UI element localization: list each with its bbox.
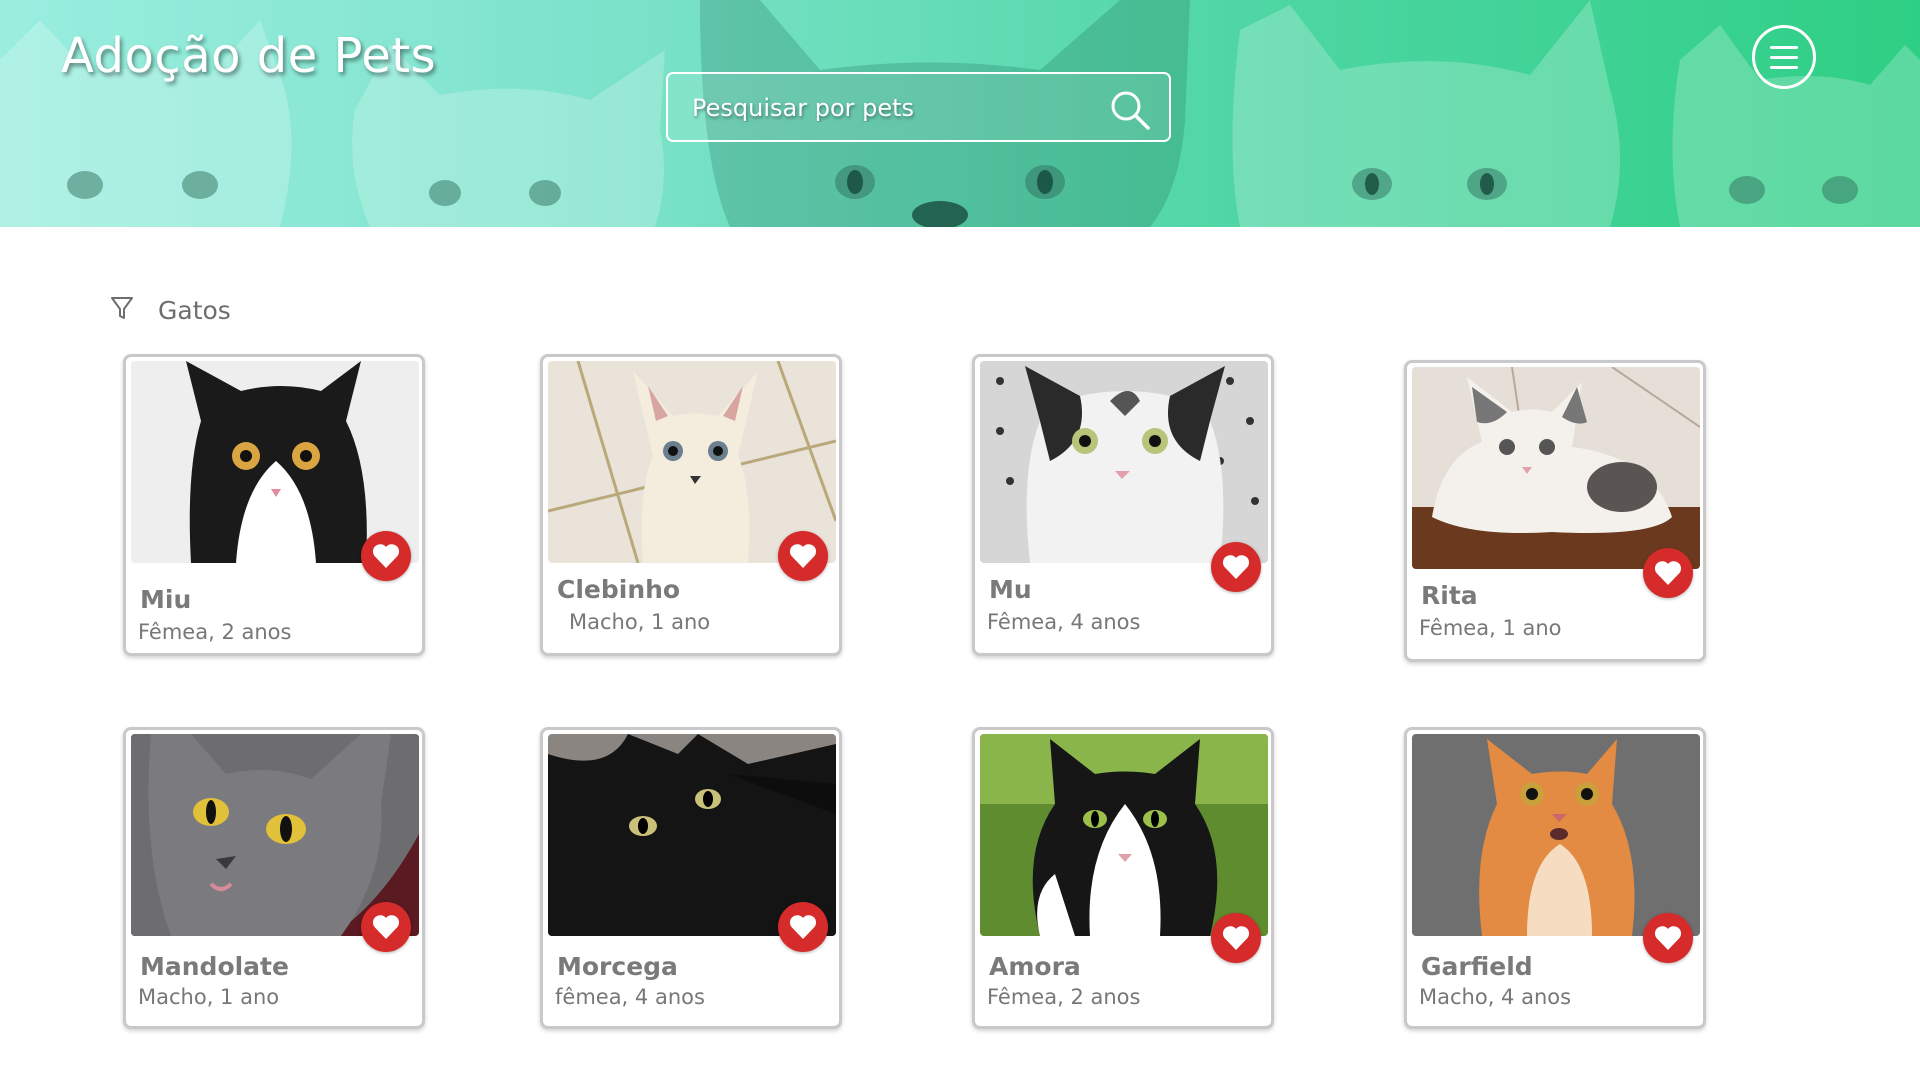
hamburger-menu-icon[interactable] [1752,25,1816,89]
pet-card[interactable]: Rita Fêmea, 1 ano [1404,360,1706,662]
heart-icon [372,915,400,939]
menu-line [1770,56,1798,59]
pet-name: Mandolate [140,952,289,981]
favorite-button[interactable] [1211,542,1261,592]
pet-card[interactable]: Mandolate Macho, 1 ano [123,727,425,1029]
pet-card[interactable]: Miu Fêmea, 2 anos [123,354,425,656]
pet-card[interactable]: Mu Fêmea, 4 anos [972,354,1274,656]
pet-photo [980,361,1268,563]
pet-name: Garfield [1421,952,1533,981]
pet-name: Rita [1421,581,1478,610]
heart-icon [372,544,400,568]
heart-icon [1222,555,1250,579]
menu-line [1770,46,1798,49]
pet-name: Morcega [557,952,678,981]
pet-info: fêmea, 4 anos [555,985,705,1009]
pet-info: Fêmea, 2 anos [138,620,292,644]
pet-name: Mu [989,575,1032,604]
favorite-button[interactable] [1643,548,1693,598]
pet-name: Miu [140,585,192,614]
pet-info: Macho, 4 anos [1419,985,1572,1009]
pet-info: Fêmea, 4 anos [987,610,1141,634]
pet-card[interactable]: Morcega fêmea, 4 anos [540,727,842,1029]
search-icon[interactable] [1108,88,1152,132]
heart-icon [1654,926,1682,950]
pet-name: Clebinho [557,575,681,604]
pet-info: Macho, 1 ano [138,985,280,1009]
pet-info: Fêmea, 1 ano [1419,616,1562,640]
search-bar[interactable] [666,72,1171,142]
pet-info: Fêmea, 2 anos [987,985,1141,1009]
pet-card[interactable]: Clebinho Macho, 1 ano [540,354,842,656]
heart-icon [789,915,817,939]
pet-card[interactable]: Garfield Macho, 4 anos [1404,727,1706,1029]
search-input[interactable] [690,74,1094,142]
favorite-button[interactable] [361,531,411,581]
favorite-button[interactable] [1643,913,1693,963]
pet-photo [1412,734,1700,936]
header-banner: Adoção de Pets [0,0,1920,227]
favorite-button[interactable] [1211,913,1261,963]
pet-info: Macho, 1 ano [569,610,711,634]
funnel-filter-icon[interactable] [110,296,134,322]
menu-line [1770,66,1798,69]
pet-photo [1412,367,1700,569]
site-title: Adoção de Pets [61,28,437,84]
heart-icon [789,544,817,568]
favorite-button[interactable] [778,902,828,952]
heart-icon [1222,926,1250,950]
pet-name: Amora [989,952,1081,981]
pet-photo [980,734,1268,936]
pet-card[interactable]: Amora Fêmea, 2 anos [972,727,1274,1029]
heart-icon [1654,561,1682,585]
favorite-button[interactable] [361,902,411,952]
filter-label: Gatos [158,296,231,325]
favorite-button[interactable] [778,531,828,581]
